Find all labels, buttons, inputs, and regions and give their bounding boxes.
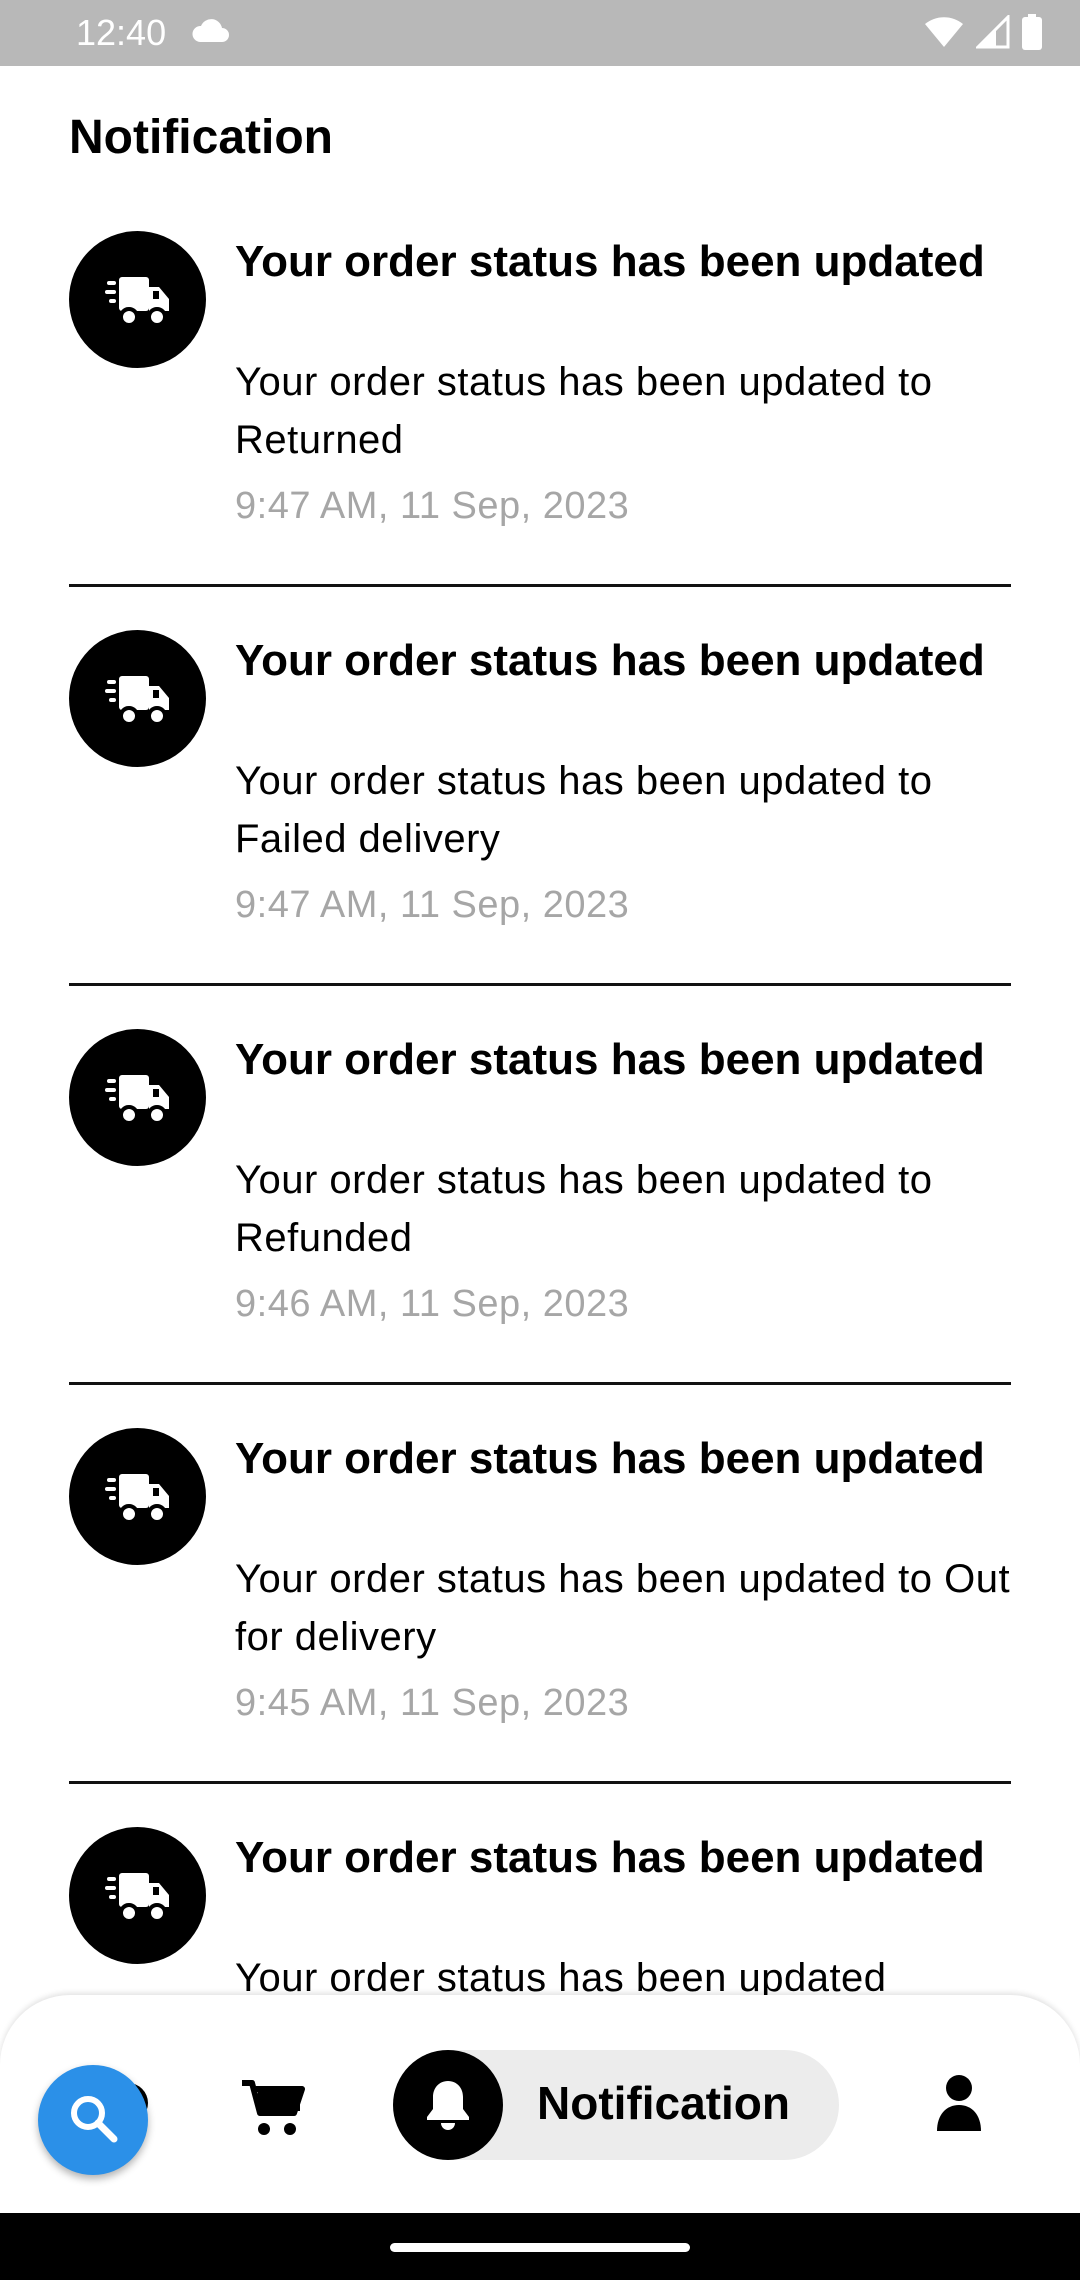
battery-icon [1022,14,1042,55]
notification-item[interactable]: Your order status has been updated Your … [0,1796,1080,2000]
tab-notification[interactable]: Notification [393,2050,839,2160]
notification-item[interactable]: Your order status has been updated Your … [0,599,1080,998]
delivery-truck-icon [69,630,206,767]
notification-body: Your order status has been updated to Re… [235,1158,933,1260]
profile-icon [935,2075,983,2137]
delivery-truck-icon [69,1428,206,1565]
home-gesture-handle[interactable] [390,2243,690,2252]
search-icon [67,2092,119,2149]
notification-item[interactable]: Your order status has been updated Your … [0,1397,1080,1796]
notification-title: Your order status has been updated [235,1434,985,1483]
delivery-truck-icon [69,1029,206,1166]
signal-icon [974,13,1010,54]
notification-item[interactable]: Your order status has been updated Your … [0,998,1080,1397]
delivery-truck-icon [69,231,206,368]
notification-time: 9:45 AM, 11 Sep, 2023 [235,1682,630,1724]
cart-icon [240,2080,306,2143]
cloud-icon [190,16,230,49]
divider [69,1781,1011,1784]
notification-item[interactable]: Your order status has been updated Your … [0,200,1080,599]
divider [69,1382,1011,1385]
notification-body: Your order status has been updated [235,1956,887,2000]
notification-time: 9:46 AM, 11 Sep, 2023 [235,1283,630,1325]
cart-button[interactable] [240,2077,306,2144]
notification-time: 9:47 AM, 11 Sep, 2023 [235,485,630,527]
notification-body: Your order status has been updated to Ou… [235,1557,1011,1659]
notification-title: Your order status has been updated [235,237,985,286]
notification-time: 9:47 AM, 11 Sep, 2023 [235,884,630,926]
bell-icon [393,2050,503,2160]
page-title: Notification [69,111,333,164]
tab-notification-label: Notification [537,2077,790,2129]
profile-button[interactable] [935,2073,983,2138]
divider [69,983,1011,986]
notification-list[interactable]: Your order status has been updated Your … [0,200,1080,2000]
notification-title: Your order status has been updated [235,1833,985,1882]
status-bar: 12:40 [0,0,1080,66]
system-navigation-bar [0,2213,1080,2280]
search-button[interactable] [38,2065,148,2175]
notification-body: Your order status has been updated to Re… [235,360,933,462]
notification-title: Your order status has been updated [235,636,985,685]
notification-title: Your order status has been updated [235,1035,985,1084]
bottom-navigation: Notification [0,1995,1080,2215]
divider [69,584,1011,587]
wifi-icon [924,15,964,54]
delivery-truck-icon [69,1827,206,1964]
notification-body: Your order status has been updated to Fa… [235,759,933,861]
status-time: 12:40 [76,12,167,53]
